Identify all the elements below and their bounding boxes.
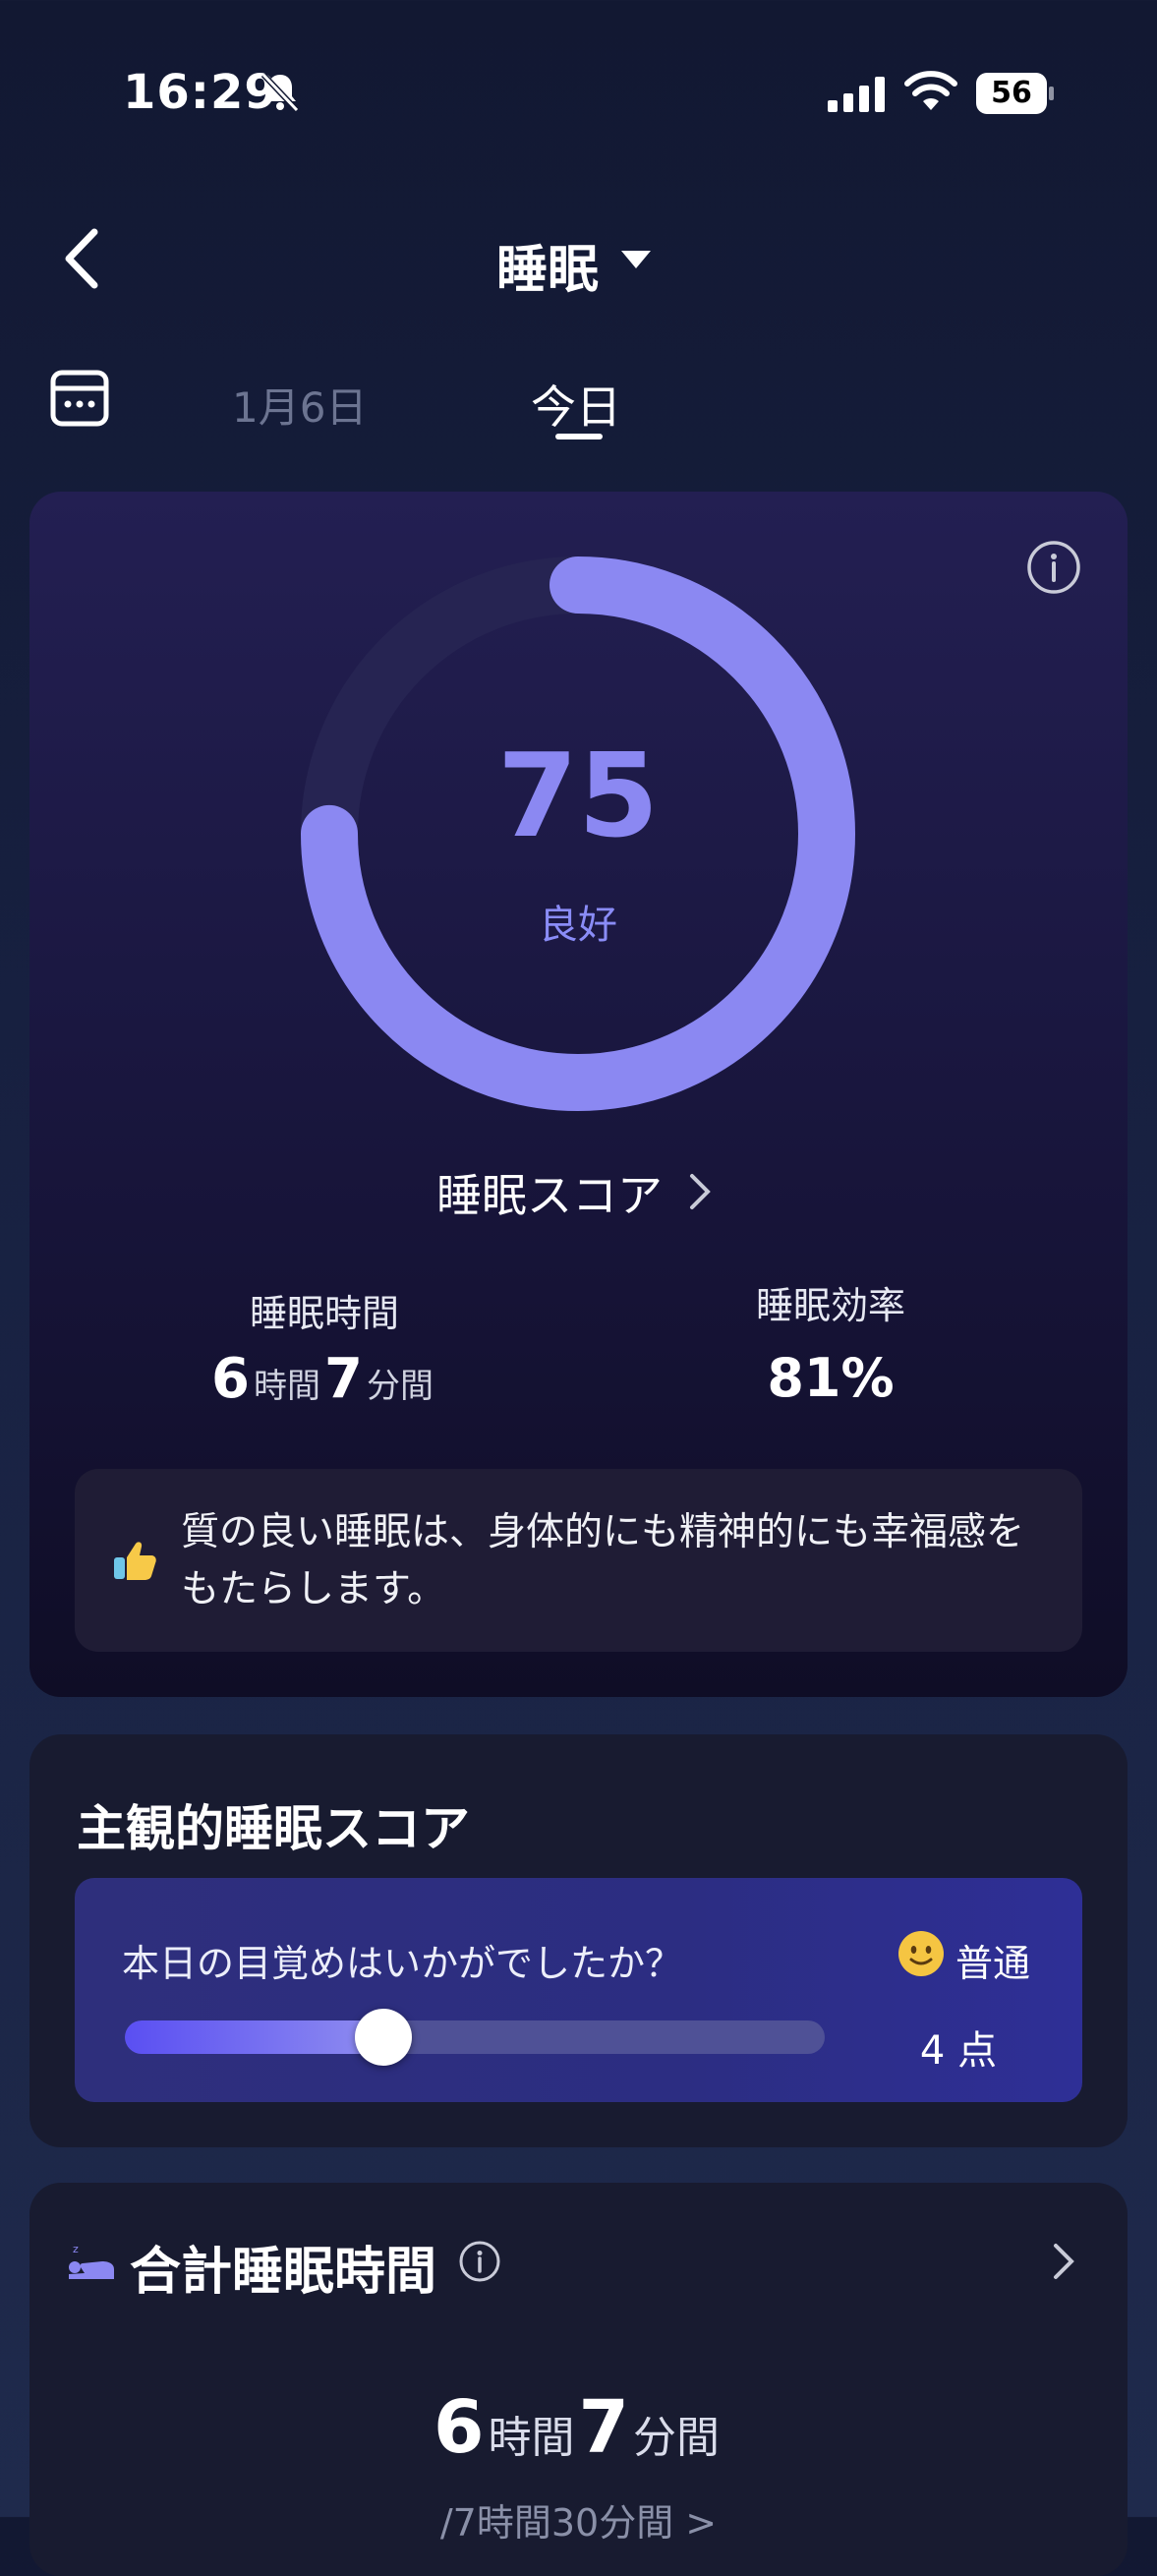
tab-active-indicator	[555, 434, 603, 439]
back-arrow-icon[interactable]	[59, 226, 104, 291]
sleep-efficiency-label: 睡眠効率	[755, 1284, 905, 1327]
chevron-right-icon[interactable]	[688, 1172, 712, 1211]
sleep-score-value: 75	[496, 728, 660, 863]
sleep-score-rating: 良好	[539, 903, 617, 948]
status-time: 16:29	[123, 65, 278, 120]
tab-today[interactable]: 今日	[531, 372, 621, 437]
battery-level: 56	[976, 73, 1047, 114]
signal-icon	[828, 77, 885, 112]
mood-label: 普通	[955, 1942, 1031, 1985]
bed-icon: z	[69, 2243, 114, 2279]
page-title[interactable]: 睡眠	[496, 228, 599, 302]
sleep-duration-value: 6 時間7 分間	[211, 1347, 434, 1411]
total-sleep-goal: /7時間30分間 >	[439, 2501, 718, 2545]
chevron-right-icon[interactable]	[1052, 2242, 1075, 2281]
sleep-duration-label: 睡眠時間	[249, 1292, 399, 1335]
tip-text: 質の良い睡眠は、身体的にも精神的にも幸福感をもたらします。	[181, 1510, 1025, 1611]
bell-off-icon	[260, 72, 300, 113]
info-icon[interactable]	[458, 2240, 501, 2283]
wifi-icon	[904, 71, 957, 110]
calendar-icon[interactable]	[49, 367, 110, 428]
smile-icon	[898, 1931, 944, 1976]
wake-question: 本日の目覚めはいかがでしたか？	[122, 1942, 683, 1985]
sleep-efficiency-value: 81%	[767, 1347, 895, 1409]
subjective-points: 4 点	[919, 2028, 998, 2074]
total-sleep-value: 6時間7分間	[434, 2385, 720, 2470]
thumbs-up-icon	[114, 1542, 156, 1580]
slider-fill	[125, 2020, 384, 2054]
total-sleep-title: 合計睡眠時間	[130, 2243, 437, 2302]
info-icon[interactable]	[1025, 539, 1082, 596]
battery-icon: 56	[976, 73, 1055, 114]
dropdown-caret-icon[interactable]	[619, 249, 653, 270]
wake-rating-slider[interactable]	[125, 2020, 825, 2054]
sleep-score-link[interactable]: 睡眠スコア	[436, 1160, 663, 1225]
tab-prev-date[interactable]: 1月6日	[232, 375, 367, 435]
subjective-score-title: 主観的睡眠スコア	[77, 1800, 470, 1857]
svg-text:z: z	[73, 2243, 79, 2255]
